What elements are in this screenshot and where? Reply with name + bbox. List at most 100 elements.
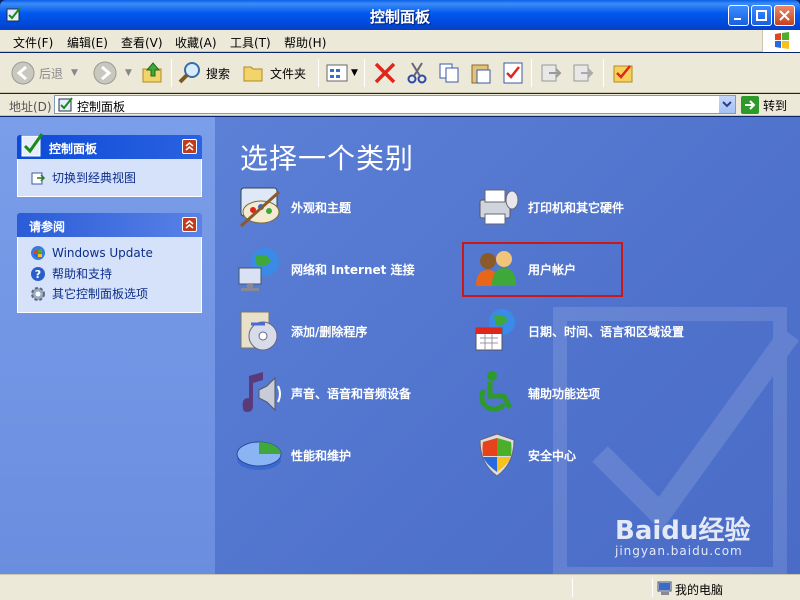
address-value: 控制面板 xyxy=(77,100,126,114)
delete-button[interactable] xyxy=(373,60,397,86)
performance-pie-icon xyxy=(236,441,282,470)
category-security-center[interactable]: 安全中心 xyxy=(472,430,576,480)
forward-arrow-icon xyxy=(93,61,117,85)
windows-update-link[interactable]: Windows Update xyxy=(30,245,153,261)
maximize-icon xyxy=(756,10,767,21)
forward-dropdown-icon: ▼ xyxy=(125,68,132,78)
panel-header[interactable]: 请参阅 xyxy=(17,213,202,237)
up-folder-icon xyxy=(142,62,162,83)
menu-edit[interactable]: 编辑(E) xyxy=(67,34,108,51)
switch-classic-view-link[interactable]: 切换到经典视图 xyxy=(30,169,136,186)
see-also-box: 请参阅 Windows Update ? 帮助和支持 其它控制面板选项 xyxy=(17,213,202,313)
svg-text:?: ? xyxy=(35,268,41,281)
copy-button[interactable] xyxy=(437,60,461,86)
gear-icon xyxy=(31,286,45,301)
status-bar: 我的电脑 xyxy=(0,574,800,600)
category-date-time-language[interactable]: 日期、时间、语言和区域设置 xyxy=(472,306,684,356)
views-button[interactable]: ▼ xyxy=(325,60,358,86)
category-appearance-themes[interactable]: 外观和主题 xyxy=(235,182,351,232)
control-panel-box: 控制面板 切换到经典视图 xyxy=(17,133,202,197)
chevron-up-icon xyxy=(185,142,194,151)
search-icon xyxy=(178,62,200,84)
collapse-button[interactable] xyxy=(182,217,197,232)
security-shield-icon xyxy=(479,433,515,477)
views-icon xyxy=(326,64,348,82)
folders-button[interactable]: 文件夹 xyxy=(242,60,306,86)
move-to-icon xyxy=(541,64,562,82)
toolbar: 后退 ▼ ▼ 搜索 文件夹 ▼ xyxy=(0,53,800,93)
date-time-globe-icon xyxy=(475,309,515,351)
title-bar: 控制面板 xyxy=(0,0,800,30)
window-title: 控制面板 xyxy=(369,8,430,26)
menu-favorites[interactable]: 收藏(A) xyxy=(175,34,217,51)
close-icon xyxy=(779,10,790,21)
copy-to-button[interactable] xyxy=(571,60,595,86)
category-printers-hardware[interactable]: 打印机和其它硬件 xyxy=(472,182,624,232)
back-arrow-icon xyxy=(11,61,35,85)
search-button[interactable]: 搜索 xyxy=(178,60,230,86)
folder-check-icon xyxy=(613,65,633,83)
status-location: 我的电脑 xyxy=(675,583,724,597)
classic-view-icon xyxy=(31,172,46,184)
help-support-link[interactable]: ? 帮助和支持 xyxy=(30,265,112,282)
folder-icon xyxy=(243,66,263,82)
paste-button[interactable] xyxy=(469,60,493,86)
appearance-themes-icon xyxy=(239,187,281,228)
accessibility-wheelchair-icon xyxy=(479,371,513,412)
properties-button[interactable] xyxy=(501,60,525,86)
views-dropdown-icon: ▼ xyxy=(351,68,358,78)
category-performance-maintenance[interactable]: 性能和维护 xyxy=(235,430,351,480)
windows-flag-icon xyxy=(775,32,789,49)
address-bar: 地址(D) 控制面板 转到 xyxy=(0,94,800,116)
control-panel-icon xyxy=(21,133,44,157)
address-label: 地址(D) xyxy=(9,100,52,114)
printer-icon xyxy=(479,189,519,225)
forward-button[interactable]: ▼ xyxy=(93,60,132,86)
minimize-icon xyxy=(734,18,741,20)
page-title: 选择一个类别 xyxy=(240,142,415,175)
menu-file[interactable]: 文件(F) xyxy=(13,34,53,51)
panel-header[interactable]: 控制面板 xyxy=(17,133,202,159)
menu-help[interactable]: 帮助(H) xyxy=(284,34,326,51)
minimize-button[interactable] xyxy=(728,5,749,26)
checklist-icon xyxy=(503,62,523,84)
windows-logo xyxy=(762,30,800,52)
highlight-box xyxy=(462,242,623,297)
my-computer-icon xyxy=(657,581,672,595)
delete-x-icon xyxy=(374,62,396,84)
baidu-watermark: Baidu经验 jingyan.baidu.com xyxy=(615,516,751,558)
maximize-button[interactable] xyxy=(751,5,772,26)
back-dropdown-icon: ▼ xyxy=(71,68,78,78)
copy-to-icon xyxy=(573,64,594,82)
folder-options-button[interactable] xyxy=(611,60,635,86)
windows-update-icon xyxy=(31,246,45,260)
scissors-icon xyxy=(407,62,427,84)
back-button[interactable]: 后退 ▼ xyxy=(11,60,78,86)
go-arrow-icon xyxy=(741,96,759,114)
address-dropdown-button[interactable] xyxy=(719,96,735,113)
category-sounds-speech-audio[interactable]: 声音、语音和音频设备 xyxy=(235,368,411,418)
menu-view[interactable]: 查看(V) xyxy=(121,34,163,51)
address-field[interactable]: 控制面板 xyxy=(54,95,736,114)
menu-bar: 文件(F) 编辑(E) 查看(V) 收藏(A) 工具(T) 帮助(H) xyxy=(0,30,800,52)
chevron-down-icon xyxy=(722,101,732,108)
category-network-internet[interactable]: 网络和 Internet 连接 xyxy=(235,244,415,294)
control-panel-small-icon xyxy=(58,97,73,112)
collapse-button[interactable] xyxy=(182,139,197,154)
go-button[interactable]: 转到 xyxy=(741,96,787,114)
cut-button[interactable] xyxy=(405,60,429,86)
chevron-up-icon xyxy=(185,220,194,229)
category-add-remove-programs[interactable]: 添加/删除程序 xyxy=(235,306,367,356)
close-button[interactable] xyxy=(774,5,795,26)
main-pane: 选择一个类别 外观和主题 打印机和其它硬件 网络和 Internet 连接 用户… xyxy=(215,117,800,574)
copy-icon xyxy=(439,63,459,83)
clipboard-icon xyxy=(471,64,491,84)
move-to-button[interactable] xyxy=(539,60,563,86)
network-globe-icon xyxy=(238,248,279,291)
menu-tools[interactable]: 工具(T) xyxy=(230,34,271,51)
other-control-panel-options-link[interactable]: 其它控制面板选项 xyxy=(30,285,148,302)
up-folder-button[interactable] xyxy=(141,60,165,86)
sound-speaker-icon xyxy=(242,372,281,412)
add-remove-programs-icon xyxy=(240,311,278,351)
category-accessibility[interactable]: 辅助功能选项 xyxy=(472,368,600,418)
